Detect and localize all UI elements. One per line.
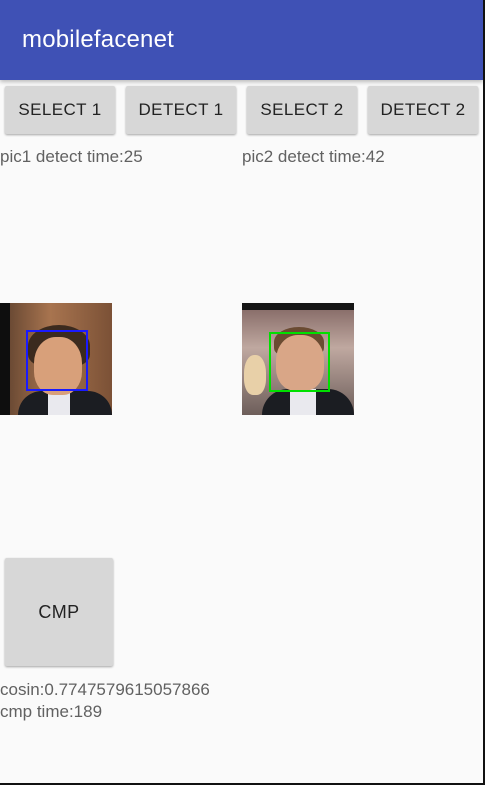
cosine-similarity: cosin:0.7747579615057866 — [0, 680, 210, 699]
select-2-button[interactable]: SELECT 2 — [247, 86, 357, 134]
pic2-shirt — [290, 389, 316, 415]
pic2-image — [242, 303, 354, 415]
app-bar: mobilefacenet — [0, 0, 483, 80]
select-1-button[interactable]: SELECT 1 — [5, 86, 115, 134]
pic1-detect-time: pic1 detect time:25 — [0, 147, 143, 166]
pic2-detect-time: pic2 detect time:42 — [242, 147, 385, 166]
detect-2-button[interactable]: DETECT 2 — [368, 86, 478, 134]
app-title: mobilefacenet — [22, 26, 175, 53]
cmp-button[interactable]: CMP — [5, 558, 113, 666]
pic1-image — [0, 303, 112, 415]
pic2-face-box — [269, 332, 330, 392]
detect-1-button[interactable]: DETECT 1 — [126, 86, 236, 134]
pic2-bg-person — [244, 355, 266, 395]
cmp-time: cmp time:189 — [0, 702, 103, 721]
pic1-face-box — [26, 330, 88, 391]
